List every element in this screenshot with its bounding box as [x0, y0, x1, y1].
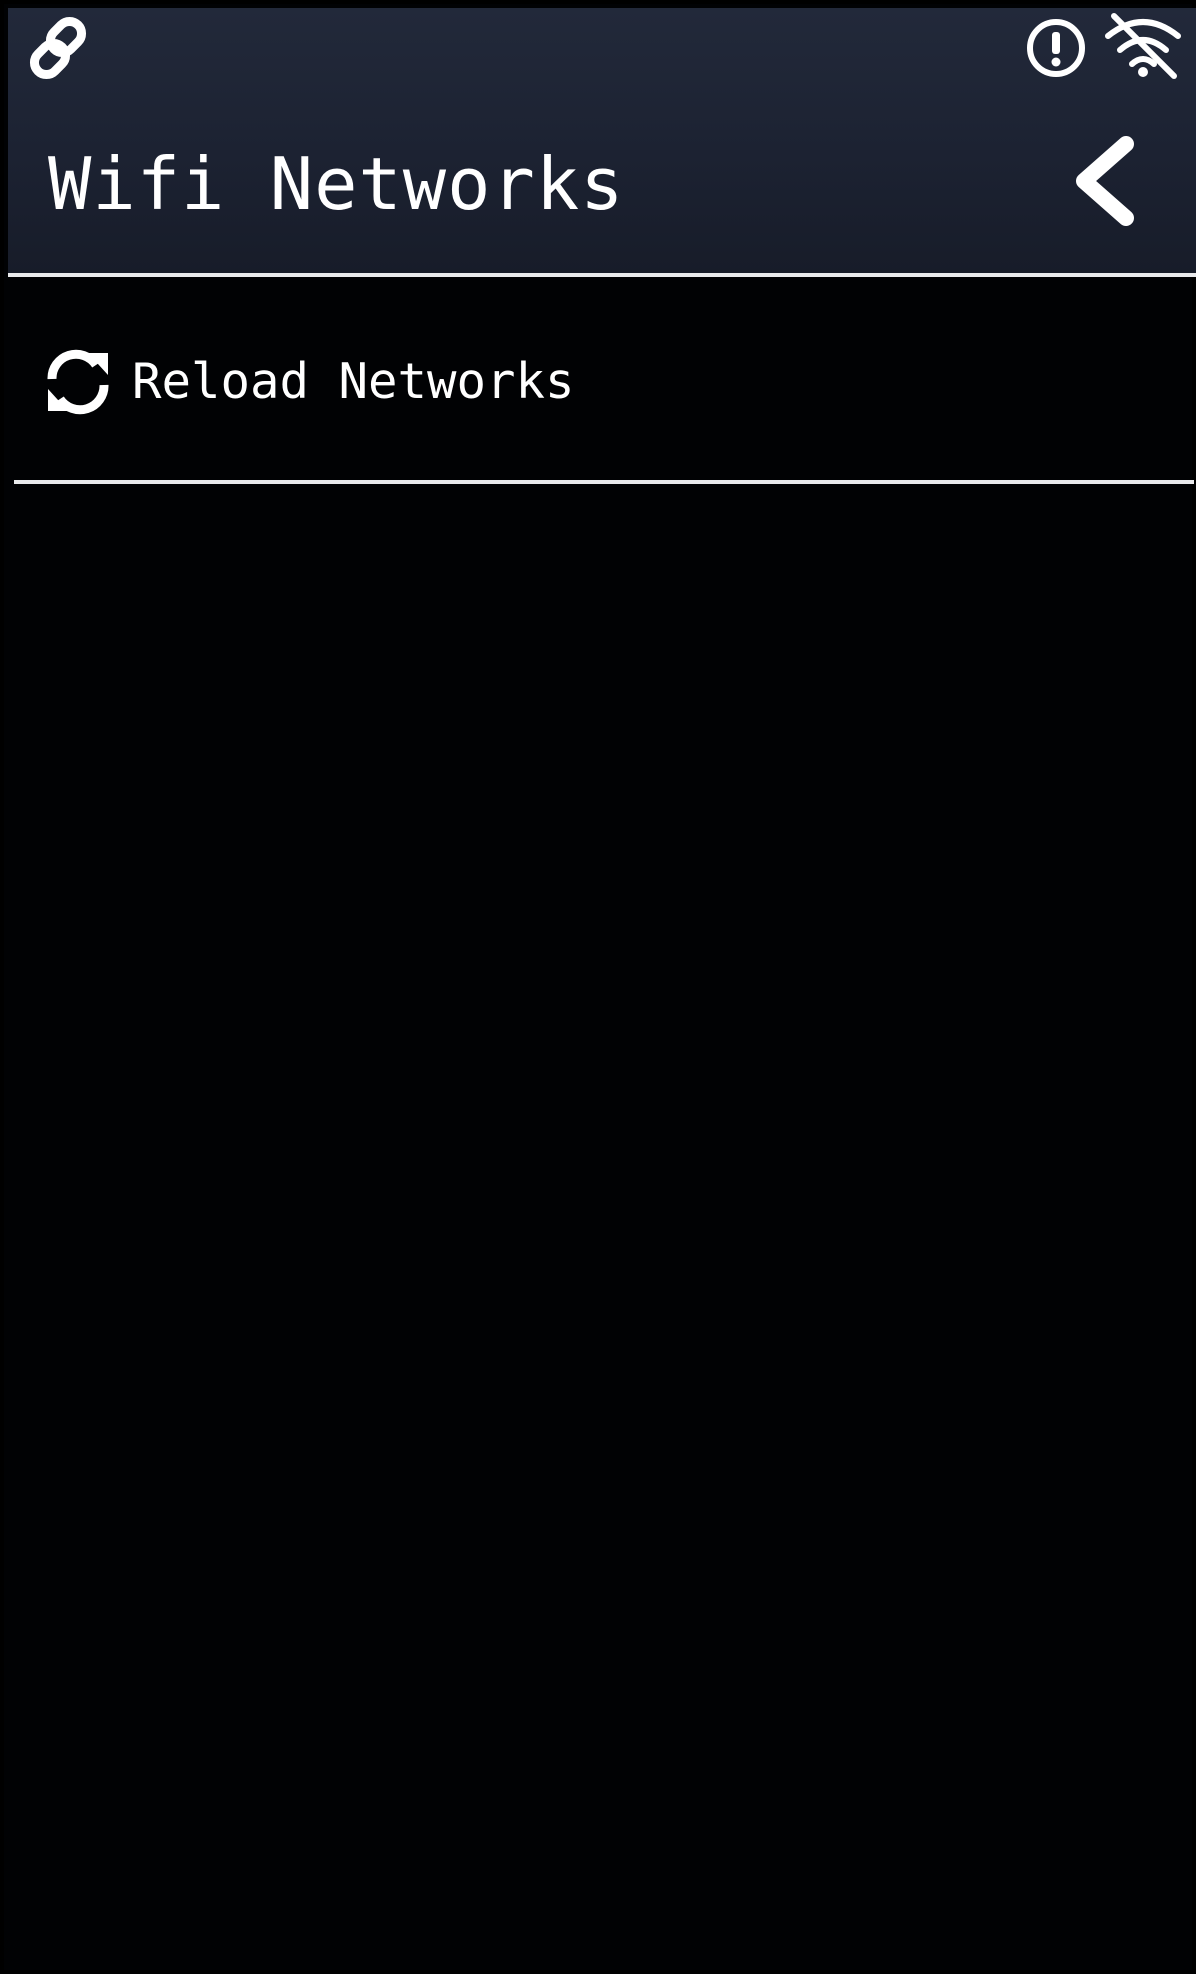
wifi-off-icon	[1105, 13, 1181, 79]
list-divider	[14, 480, 1194, 484]
alert-circle-icon	[1027, 19, 1085, 77]
back-button[interactable]	[1060, 126, 1156, 236]
link-icon	[29, 16, 87, 80]
page-title: Wifi Networks	[48, 142, 625, 226]
chevron-left-icon	[1076, 136, 1134, 226]
reload-networks-label: Reload Networks	[132, 353, 575, 410]
device-screen: Wifi Networks Reload Networks	[0, 0, 1196, 1974]
reload-icon	[47, 349, 109, 415]
reload-networks-item[interactable]: Reload Networks	[12, 277, 1192, 482]
header-bar: Wifi Networks	[8, 8, 1196, 274]
